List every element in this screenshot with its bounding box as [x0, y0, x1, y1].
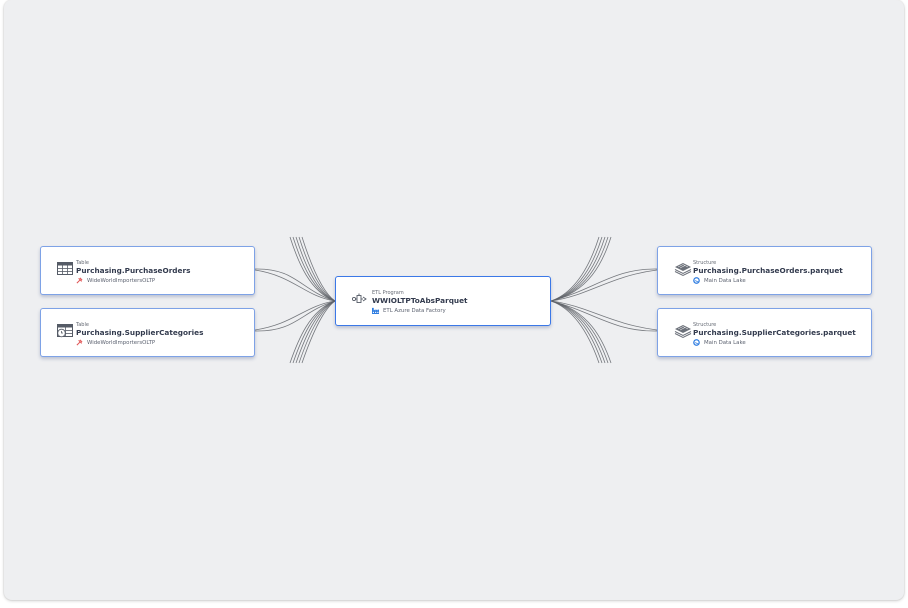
lineage-link: [298, 236, 336, 302]
node-source: Main Data Lake: [693, 338, 746, 347]
node-title: Purchasing.PurchaseOrders: [76, 266, 191, 275]
node-source: Main Data Lake: [693, 276, 746, 285]
database-pin-icon: [76, 277, 83, 284]
lineage-link: [550, 300, 600, 364]
lineage-link: [550, 300, 612, 364]
lineage-link: [254, 300, 336, 332]
node-title: Purchasing.SupplierCategories: [76, 328, 204, 337]
lineage-link: [295, 300, 336, 364]
lineage-link: [550, 236, 603, 302]
database-pin-icon: [76, 339, 83, 346]
lineage-canvas[interactable]: Table Purchasing.PurchaseOrders WideWorl…: [4, 0, 904, 600]
lineage-link: [550, 268, 658, 302]
table-icon: [57, 262, 73, 275]
node-target-supplier-categories-parquet[interactable]: Structure Purchasing.SupplierCategories.…: [657, 308, 872, 357]
lineage-link: [254, 268, 336, 302]
node-source-label: ETL Azure Data Factory: [383, 307, 446, 314]
node-source: ETL Azure Data Factory: [372, 306, 446, 315]
lineage-link: [550, 300, 603, 364]
structure-layers-icon: [674, 325, 692, 339]
data-lake-icon: [693, 339, 700, 346]
lineage-link: [289, 236, 336, 302]
lineage-link: [298, 300, 336, 364]
node-source-purchase-orders[interactable]: Table Purchasing.PurchaseOrders WideWorl…: [40, 246, 255, 295]
node-title: WWIOLTPToAbsParquet: [372, 296, 468, 305]
node-title: Purchasing.PurchaseOrders.parquet: [693, 266, 843, 275]
node-source: WideWorldImportersOLTP: [76, 338, 155, 347]
node-source-label: Main Data Lake: [704, 339, 746, 346]
node-title: Purchasing.SupplierCategories.parquet: [693, 328, 856, 337]
node-source-label: WideWorldImportersOLTP: [87, 277, 156, 284]
etl-pipeline-icon: [352, 293, 367, 303]
lineage-link: [550, 236, 600, 302]
node-source-supplier-categories[interactable]: Table Purchasing.SupplierCategories Wide…: [40, 308, 255, 357]
structure-layers-icon: [674, 263, 692, 277]
node-source-label: WideWorldImportersOLTP: [87, 339, 156, 346]
node-source-label: Main Data Lake: [704, 277, 746, 284]
node-source: WideWorldImportersOLTP: [76, 276, 155, 285]
node-etl-program[interactable]: ETL Program WWIOLTPToAbsParquet ETL Azur…: [335, 276, 551, 326]
node-target-purchase-orders-parquet[interactable]: Structure Purchasing.PurchaseOrders.parq…: [657, 246, 872, 295]
data-lake-icon: [693, 277, 700, 284]
lineage-link: [550, 300, 658, 331]
lineage-link: [301, 236, 336, 302]
factory-icon: [372, 307, 379, 314]
temporal-table-icon: [57, 324, 73, 338]
lineage-link: [550, 300, 658, 332]
